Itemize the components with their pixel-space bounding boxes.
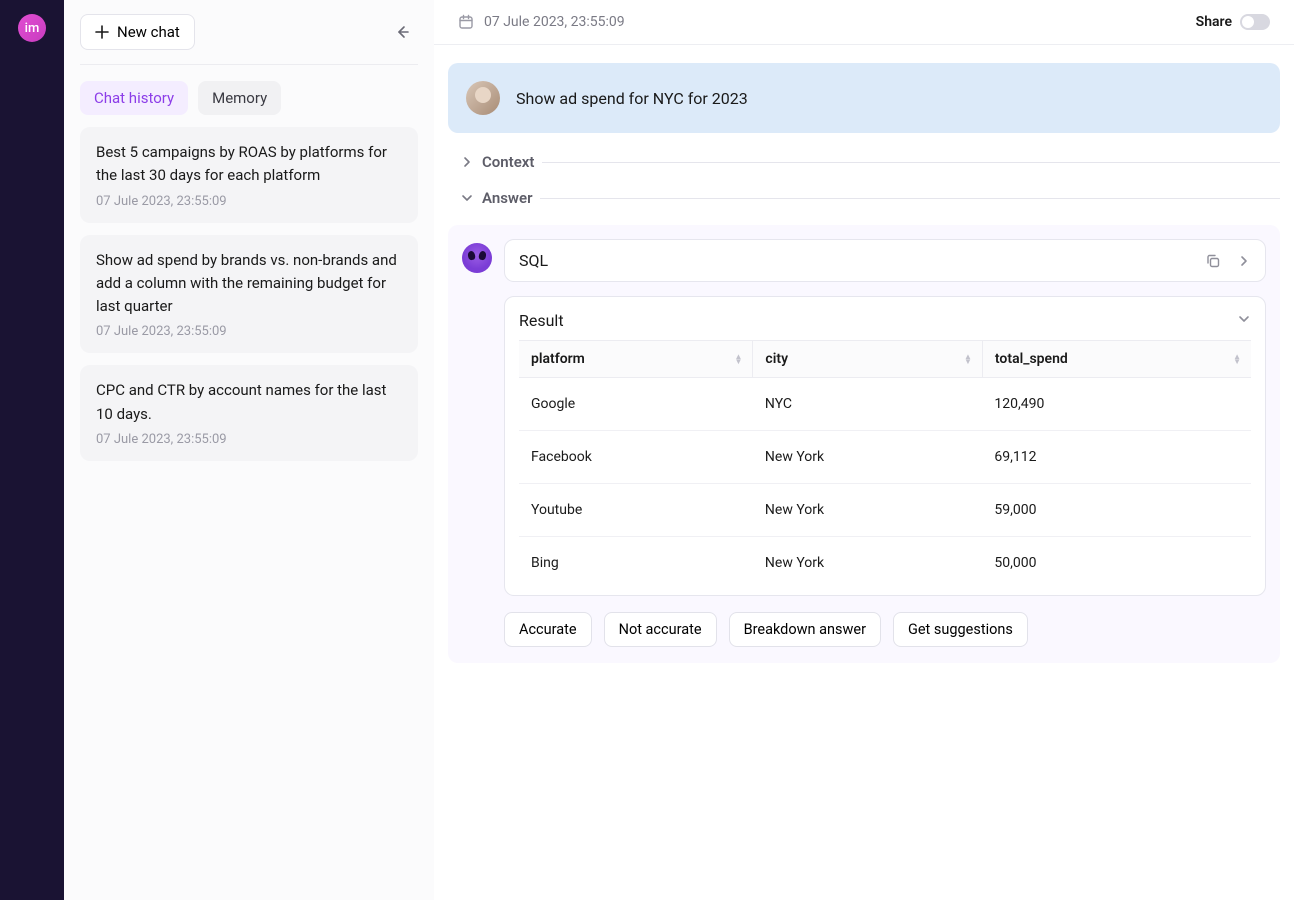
answer-section-header[interactable]: Answer bbox=[460, 189, 1280, 207]
share-label: Share bbox=[1196, 14, 1232, 30]
answer-box: SQL Result bbox=[448, 225, 1280, 663]
cell-city: New York bbox=[753, 537, 982, 590]
cell-platform: Youtube bbox=[519, 484, 753, 537]
result-table: platform▲▼ city▲▼ total_spend▲▼ Google N… bbox=[519, 340, 1251, 589]
chat-history-item[interactable]: Show ad spend by brands vs. non-brands a… bbox=[80, 235, 418, 354]
cell-city: NYC bbox=[753, 378, 982, 431]
arrow-left-icon bbox=[394, 24, 410, 40]
expand-button[interactable] bbox=[1237, 253, 1251, 269]
app-logo[interactable]: im bbox=[18, 14, 46, 42]
new-chat-button[interactable]: New chat bbox=[80, 14, 195, 50]
table-row: Facebook New York 69,112 bbox=[519, 431, 1251, 484]
share-toggle[interactable] bbox=[1240, 14, 1270, 30]
tab-chat-history[interactable]: Chat history bbox=[80, 81, 188, 115]
user-prompt-text: Show ad spend for NYC for 2023 bbox=[516, 89, 748, 108]
sort-icon: ▲▼ bbox=[735, 354, 743, 364]
result-collapse-button[interactable] bbox=[1237, 312, 1251, 329]
plus-icon bbox=[95, 25, 109, 39]
get-suggestions-button[interactable]: Get suggestions bbox=[893, 612, 1028, 647]
table-row: Youtube New York 59,000 bbox=[519, 484, 1251, 537]
column-header-total-spend[interactable]: total_spend▲▼ bbox=[982, 341, 1251, 378]
chevron-down-icon bbox=[460, 191, 474, 205]
nav-rail: im bbox=[0, 0, 64, 900]
sort-icon: ▲▼ bbox=[964, 354, 972, 364]
chat-item-time: 07 Jule 2023, 23:55:09 bbox=[96, 432, 402, 447]
copy-icon bbox=[1205, 253, 1221, 269]
table-row: Bing New York 50,000 bbox=[519, 537, 1251, 590]
cell-platform: Facebook bbox=[519, 431, 753, 484]
chat-item-title: Best 5 campaigns by ROAS by platforms fo… bbox=[96, 141, 402, 188]
chevron-right-icon bbox=[1237, 254, 1251, 268]
header-timestamp: 07 Jule 2023, 23:55:09 bbox=[484, 14, 625, 30]
cell-city: New York bbox=[753, 431, 982, 484]
sql-label: SQL bbox=[519, 251, 548, 270]
cell-platform: Google bbox=[519, 378, 753, 431]
feedback-row: Accurate Not accurate Breakdown answer G… bbox=[504, 612, 1266, 647]
sort-icon: ▲▼ bbox=[1233, 354, 1241, 364]
new-chat-label: New chat bbox=[117, 23, 180, 41]
not-accurate-button[interactable]: Not accurate bbox=[604, 612, 717, 647]
chevron-right-icon bbox=[460, 155, 474, 169]
chat-history-item[interactable]: Best 5 campaigns by ROAS by platforms fo… bbox=[80, 127, 418, 223]
result-card: Result platform▲▼ city▲▼ total_spend▲▼ bbox=[504, 296, 1266, 596]
chat-item-title: Show ad spend by brands vs. non-brands a… bbox=[96, 249, 402, 319]
chat-history-item[interactable]: CPC and CTR by account names for the las… bbox=[80, 365, 418, 461]
chat-history-list: Best 5 campaigns by ROAS by platforms fo… bbox=[80, 127, 418, 461]
accurate-button[interactable]: Accurate bbox=[504, 612, 592, 647]
cell-total-spend: 120,490 bbox=[982, 378, 1251, 431]
cell-platform: Bing bbox=[519, 537, 753, 590]
column-header-city[interactable]: city▲▼ bbox=[753, 341, 982, 378]
bot-avatar bbox=[462, 243, 492, 273]
calendar-icon bbox=[458, 14, 474, 30]
main-panel: 07 Jule 2023, 23:55:09 Share Show ad spe… bbox=[434, 0, 1294, 900]
user-prompt-card: Show ad spend for NYC for 2023 bbox=[448, 63, 1280, 133]
context-label: Context bbox=[482, 153, 534, 171]
context-section-header[interactable]: Context bbox=[460, 153, 1280, 171]
copy-button[interactable] bbox=[1205, 253, 1221, 269]
divider bbox=[542, 162, 1280, 163]
cell-total-spend: 59,000 bbox=[982, 484, 1251, 537]
cell-total-spend: 69,112 bbox=[982, 431, 1251, 484]
column-header-platform[interactable]: platform▲▼ bbox=[519, 341, 753, 378]
cell-total-spend: 50,000 bbox=[982, 537, 1251, 590]
main-header: 07 Jule 2023, 23:55:09 Share bbox=[434, 0, 1294, 45]
chat-item-time: 07 Jule 2023, 23:55:09 bbox=[96, 324, 402, 339]
divider bbox=[540, 198, 1280, 199]
tab-memory[interactable]: Memory bbox=[198, 81, 281, 115]
table-row: Google NYC 120,490 bbox=[519, 378, 1251, 431]
chat-item-time: 07 Jule 2023, 23:55:09 bbox=[96, 194, 402, 209]
sql-card[interactable]: SQL bbox=[504, 239, 1266, 282]
user-avatar bbox=[466, 81, 500, 115]
sidebar: New chat Chat history Memory Best 5 camp… bbox=[64, 0, 434, 900]
breakdown-answer-button[interactable]: Breakdown answer bbox=[729, 612, 881, 647]
chat-item-title: CPC and CTR by account names for the las… bbox=[96, 379, 402, 426]
cell-city: New York bbox=[753, 484, 982, 537]
sidebar-collapse-button[interactable] bbox=[386, 16, 418, 48]
answer-label: Answer bbox=[482, 189, 532, 207]
chevron-down-icon bbox=[1237, 312, 1251, 326]
result-label: Result bbox=[519, 311, 564, 330]
